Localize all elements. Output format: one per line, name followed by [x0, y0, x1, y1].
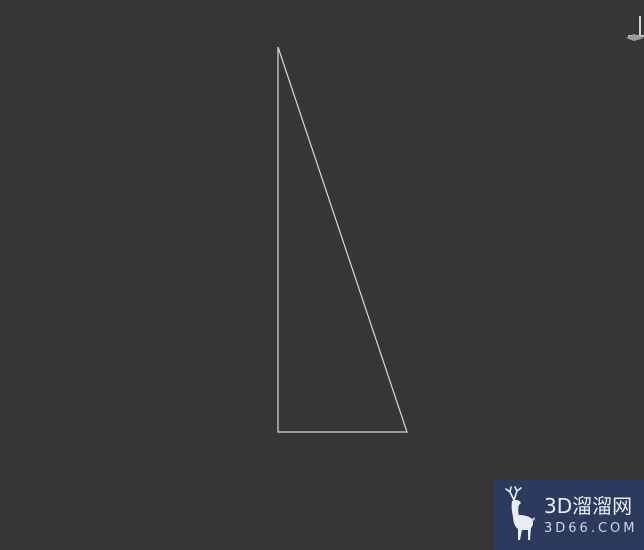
axis-gizmo-icon[interactable] — [624, 14, 644, 42]
watermark-title: 3D溜溜网 — [544, 493, 633, 518]
viewport-canvas[interactable] — [0, 0, 644, 550]
watermark-subtitle: 3D66.COM — [544, 520, 638, 536]
watermark: 3D溜溜网 3D66.COM — [494, 480, 644, 550]
watermark-text: 3D溜溜网 3D66.COM — [544, 496, 637, 535]
triangle-shape[interactable] — [277, 46, 408, 433]
3d-viewport[interactable]: 3D溜溜网 3D66.COM — [0, 0, 644, 550]
deer-logo-icon — [505, 486, 535, 540]
